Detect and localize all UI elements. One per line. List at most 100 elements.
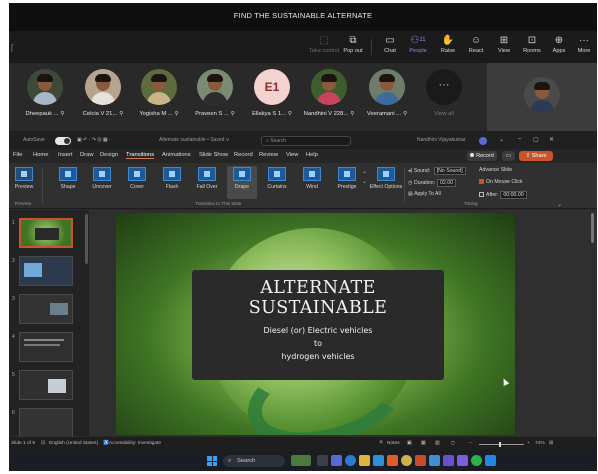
slideshow-icon[interactable]: ⛉ [451, 441, 455, 447]
notes-button[interactable]: Notes [387, 441, 400, 446]
menu-transitions[interactable]: Transitions [126, 152, 155, 159]
ppt-search-box[interactable]: ⌕ Search [261, 136, 351, 146]
transition-wind[interactable]: Wind [297, 166, 327, 199]
menu-file[interactable]: File [13, 152, 22, 158]
gallery-scroll-icon[interactable]: ⌃ ⌄ [362, 171, 367, 185]
pop-out-button[interactable]: ⧉ Pop out [338, 34, 368, 61]
participant-tile[interactable]: Veeramani ... ⚲ [359, 69, 415, 129]
current-slide[interactable]: ALTERNATE SUSTAINABLE Diesel (or) Electr… [116, 213, 515, 435]
autosave-toggle[interactable] [55, 137, 71, 145]
photos-icon[interactable] [485, 455, 496, 466]
duration-control[interactable]: ◷ Duration: 02.00 [408, 179, 457, 187]
menu-animations[interactable]: Animations [162, 152, 191, 158]
menu-record[interactable]: Record [234, 152, 253, 158]
language-icon[interactable]: ⊡ [41, 441, 45, 446]
share-button[interactable]: ⇪ Share [519, 151, 553, 161]
zoom-slider[interactable] [479, 444, 524, 445]
office-icon[interactable] [387, 455, 398, 466]
maximize-icon[interactable]: ▢ [533, 136, 539, 143]
chat-button[interactable]: ▭ Chat [375, 34, 405, 61]
transition-prestige[interactable]: Prestige [332, 166, 362, 199]
thumbnails-scrollbar[interactable] [85, 214, 88, 264]
transition-shape[interactable]: Shape [53, 166, 83, 199]
title-text-box[interactable]: ALTERNATE SUSTAINABLE Diesel (or) Electr… [192, 270, 444, 380]
view-all-participants[interactable]: ··· View all [416, 69, 472, 129]
participant-tile[interactable]: Yogisha M ... ⚲ [131, 69, 187, 129]
powerpoint-icon[interactable] [415, 455, 426, 466]
slide-sorter-icon[interactable]: ▦ [421, 441, 426, 446]
transition-cover[interactable]: Cover [122, 166, 152, 199]
self-video-tile[interactable] [487, 63, 597, 131]
slide-thumbnail-2[interactable] [19, 256, 73, 286]
participant-tile[interactable]: Dheepauk ... ⚲ [17, 69, 73, 129]
accessibility-status[interactable]: Accessibility: Investigate [109, 441, 161, 446]
slide-thumbnail-4[interactable] [19, 332, 73, 362]
record-button[interactable]: Record [467, 151, 497, 161]
teams-classic-icon[interactable] [457, 455, 468, 466]
after-checkbox[interactable]: After: 00:00.00 [479, 191, 527, 199]
file-explorer-icon[interactable] [359, 455, 370, 466]
menu-help[interactable]: Help [306, 152, 318, 158]
on-mouse-click-checkbox[interactable]: On Mouse Click [479, 179, 523, 185]
menu-draw[interactable]: Draw [80, 152, 94, 158]
react-button[interactable]: ☺ React [461, 34, 491, 61]
ribbon-display-icon[interactable]: ⌄ [499, 136, 504, 143]
effect-options-button[interactable]: Effect Options [369, 166, 403, 199]
fit-slide-icon[interactable]: ⊞ [549, 441, 553, 446]
task-view-icon[interactable] [317, 455, 328, 466]
menu-view[interactable]: View [286, 152, 298, 158]
spotify-icon[interactable] [471, 455, 482, 466]
participant-tile[interactable]: Celcia V 21... ⚲ [75, 69, 131, 129]
collapse-ribbon-icon[interactable]: ⌄ [557, 201, 562, 208]
menu-design[interactable]: Design [100, 152, 118, 158]
user-avatar[interactable] [479, 137, 487, 145]
rooms-button[interactable]: ⊡ Rooms [517, 34, 547, 61]
notes-icon[interactable]: ≙ [379, 441, 383, 446]
language-status[interactable]: English (United States) [49, 441, 98, 446]
participant-tile[interactable]: E1 Ellakya S 1... ⚲ [244, 69, 300, 129]
preview-button[interactable]: Preview [9, 166, 39, 199]
store-icon[interactable] [373, 455, 384, 466]
normal-view-icon[interactable]: ▣ [407, 441, 412, 446]
transition-curtains[interactable]: Curtains [262, 166, 292, 199]
chrome-icon[interactable] [401, 455, 412, 466]
transition-uncover[interactable]: Uncover [87, 166, 117, 199]
slide-thumbnail-6[interactable] [19, 408, 73, 438]
menu-insert[interactable]: Insert [58, 152, 73, 158]
reading-view-icon[interactable]: ▥ [435, 441, 440, 446]
edge-browser-icon[interactable] [345, 455, 356, 466]
quick-access-icons[interactable]: ▣ ↶ · ↷ ⊡ ▦ · [77, 137, 111, 143]
transition-fall-over[interactable]: Fall Over [192, 166, 222, 199]
view-button[interactable]: ⊞ View [489, 34, 519, 61]
participant-tile[interactable]: Praveen S ... ⚲ [187, 69, 243, 129]
zoom-slider-handle[interactable] [499, 442, 501, 447]
take-control-button[interactable]: ⬚ Take control [309, 34, 339, 61]
slide-thumbnail-5[interactable] [19, 370, 73, 400]
menu-slide-show[interactable]: Slide Show [199, 152, 228, 158]
apply-to-all-button[interactable]: ▤ Apply To All [408, 191, 441, 197]
zoom-in-icon[interactable]: + [527, 441, 530, 446]
taskbar-search[interactable]: ⌕ Search [223, 455, 285, 467]
slide-thumbnail-1[interactable] [19, 218, 73, 248]
sound-control[interactable]: ◂) Sound: [No Sound] [408, 167, 466, 175]
comments-button[interactable]: ▭ [502, 151, 515, 161]
zoom-level[interactable]: 74% [535, 441, 545, 446]
menu-home[interactable]: Home [33, 152, 48, 158]
more-button[interactable]: ··· More [569, 34, 597, 61]
file-name[interactable]: Alternate sustainable • Saved ∨ [159, 137, 229, 143]
zoom-out-icon[interactable]: – [469, 441, 472, 446]
weather-widget-icon[interactable] [291, 455, 311, 466]
transition-flash[interactable]: Flash [157, 166, 187, 199]
word-icon[interactable] [429, 455, 440, 466]
slide-thumbnail-3[interactable] [19, 294, 73, 324]
onenote-icon[interactable] [443, 455, 454, 466]
minimize-icon[interactable]: – [518, 136, 521, 142]
participant-tile[interactable]: Nandhini V 228... ⚲ [301, 69, 357, 129]
canvas-scrollbar[interactable] [591, 213, 594, 243]
transition-drape[interactable]: Drape [227, 166, 257, 199]
people-button[interactable]: ⚇11 People [403, 34, 433, 61]
close-icon[interactable]: ✕ [549, 136, 554, 143]
menu-review[interactable]: Review [259, 152, 278, 158]
teams-app-icon[interactable] [331, 455, 342, 466]
raise-hand-button[interactable]: ✋ Raise [433, 34, 463, 61]
